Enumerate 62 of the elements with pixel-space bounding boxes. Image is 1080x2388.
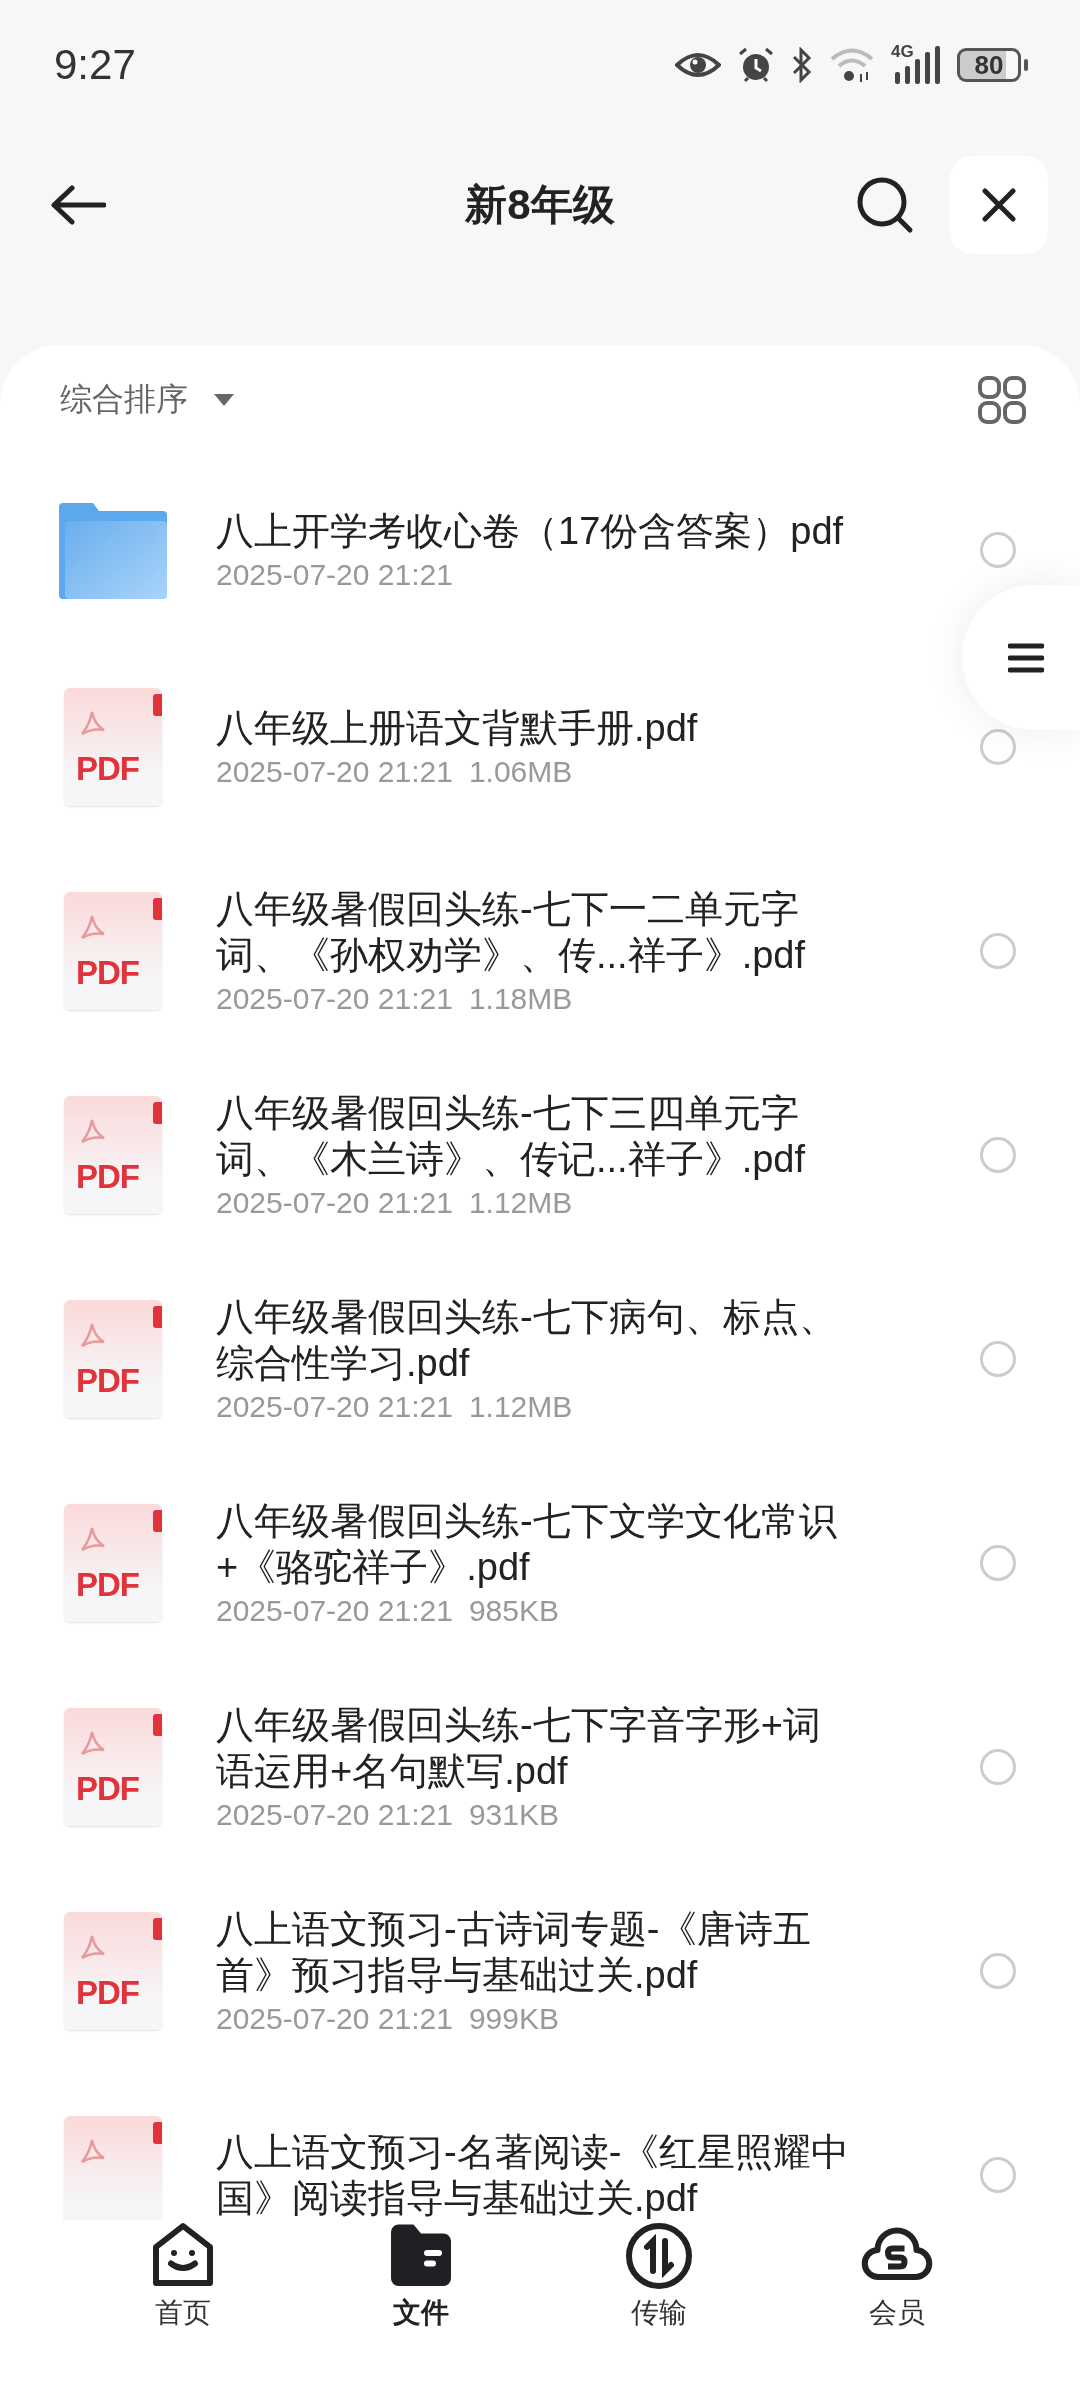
file-size: 931KB — [468, 1798, 559, 1831]
file-date: 2025-07-20 21:21 — [216, 1798, 453, 1831]
pdf-file-icon: PDF — [64, 1912, 162, 2030]
file-date: 2025-07-20 21:21 — [216, 2002, 453, 2035]
file-name[interactable]: 八年级暑假回头练-七下字音字形+词语运用+名句默写.pdf — [216, 1702, 856, 1794]
select-radio[interactable] — [980, 1545, 1016, 1581]
select-radio[interactable] — [980, 933, 1016, 969]
nav-tab[interactable]: 传输 — [594, 2220, 724, 2332]
file-date: 2025-07-20 21:21 — [216, 1390, 453, 1423]
file-size: 985KB — [468, 1594, 559, 1627]
file-name[interactable]: 八上开学考收心卷（17份含答案）pdf — [216, 508, 856, 554]
file-date: 2025-07-20 21:21 — [216, 558, 453, 591]
nav-tab[interactable]: 会员 — [832, 2220, 962, 2332]
pdf-file-icon: PDF — [64, 1504, 162, 1622]
close-icon — [982, 188, 1016, 222]
search-button[interactable] — [856, 176, 914, 234]
file-date: 2025-07-20 21:21 — [216, 1186, 453, 1219]
select-radio[interactable] — [980, 1953, 1016, 1989]
pdf-file-icon — [64, 2116, 162, 2220]
alarm-icon — [737, 46, 775, 84]
select-radio[interactable] — [980, 532, 1016, 568]
pdf-file-icon: PDF — [64, 892, 162, 1010]
pdf-file-icon: PDF — [64, 1096, 162, 1214]
back-button[interactable] — [50, 184, 106, 226]
select-radio[interactable] — [980, 2157, 1016, 2193]
select-radio[interactable] — [980, 1137, 1016, 1173]
select-radio[interactable] — [980, 729, 1016, 765]
pdf-file-icon: PDF — [64, 1708, 162, 1826]
page-title: 新8年级 — [465, 180, 615, 230]
menu-icon — [1008, 642, 1044, 673]
eye-icon — [675, 50, 721, 80]
file-name[interactable]: 八年级暑假回头练-七下一二单元字词、《孙权劝学》、传...祥子》.pdf — [216, 886, 856, 978]
file-size: 999KB — [468, 2002, 559, 2035]
status-time: 9:27 — [54, 41, 136, 89]
file-name[interactable]: 八年级暑假回头练-七下文学文化常识+《骆驼祥子》.pdf — [216, 1498, 856, 1590]
bluetooth-icon — [791, 47, 813, 83]
folder-icon — [59, 501, 167, 599]
wifi-icon — [829, 47, 875, 83]
close-button[interactable] — [950, 156, 1048, 254]
grid-view-button[interactable] — [978, 376, 1026, 424]
file-name[interactable]: 八上语文预习-名著阅读-《红星照耀中国》阅读指导与基础过关.pdf — [216, 2129, 856, 2220]
nav-tab[interactable]: 文件 — [356, 2220, 486, 2332]
select-radio[interactable] — [980, 1749, 1016, 1785]
file-size: 1.12MB — [468, 1390, 573, 1423]
file-name[interactable]: 八年级上册语文背默手册.pdf — [216, 705, 856, 751]
pdf-file-icon: PDF — [64, 1300, 162, 1418]
file-name[interactable]: 八年级暑假回头练-七下病句、标点、综合性学习.pdf — [216, 1294, 856, 1386]
file-name[interactable]: 八年级暑假回头练-七下三四单元字词、《木兰诗》、传记...祥子》.pdf — [216, 1090, 856, 1182]
file-date: 2025-07-20 21:21 — [216, 1594, 453, 1627]
file-size: 1.06MB — [468, 755, 573, 788]
file-name[interactable]: 八上语文预习-古诗词专题-《唐诗五首》预习指导与基础过关.pdf — [216, 1906, 856, 1998]
sort-dropdown[interactable]: 综合排序 — [60, 378, 234, 422]
file-size: 1.12MB — [468, 1186, 573, 1219]
nav-tab[interactable]: 首页 — [118, 2220, 248, 2332]
file-date: 2025-07-20 21:21 — [216, 982, 453, 1015]
menu-button[interactable] — [962, 585, 1080, 730]
file-size: 1.18MB — [468, 982, 573, 1015]
pdf-file-icon: PDF — [64, 688, 162, 806]
caret-icon — [214, 394, 234, 406]
file-date: 2025-07-20 21:21 — [216, 755, 453, 788]
up-down-arrows-icon — [623, 2220, 695, 2292]
select-radio[interactable] — [980, 1341, 1016, 1377]
